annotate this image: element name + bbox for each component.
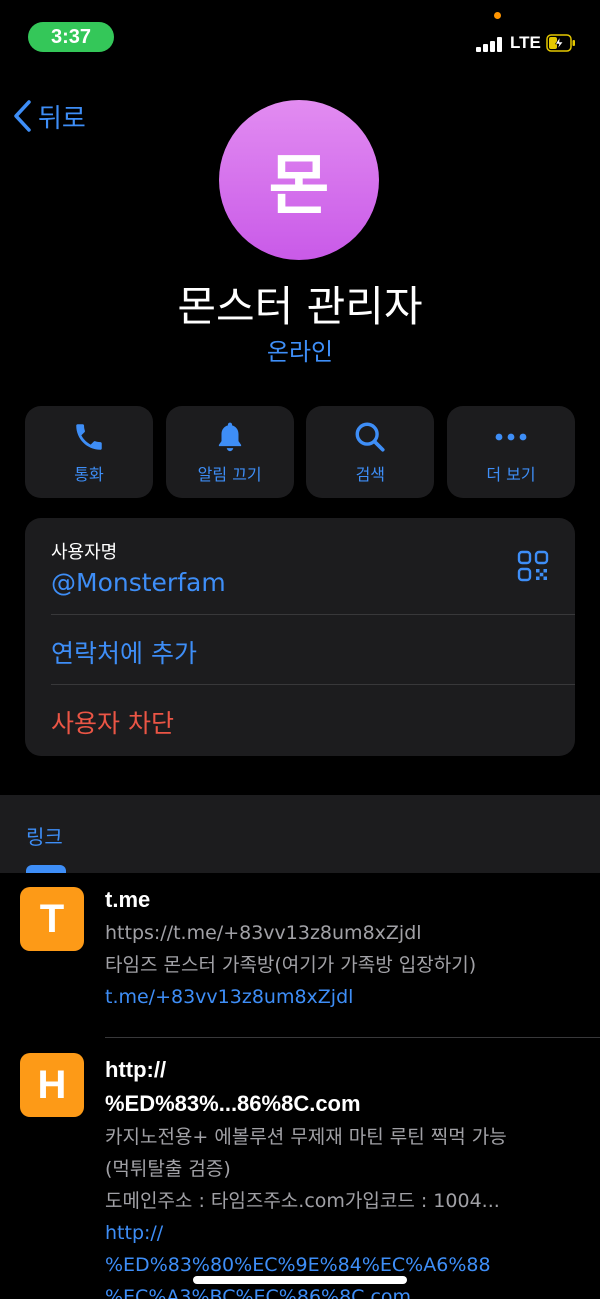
back-button[interactable]: 뒤로	[12, 96, 86, 136]
network-type: LTE	[510, 33, 541, 52]
chevron-left-icon	[14, 100, 31, 132]
link-item[interactable]: H http:// %ED%83%...86%8C.com 카지노전용+ 에볼루…	[0, 1039, 600, 1299]
phone-icon	[76, 424, 102, 450]
profile-name: 몬스터 관리자	[177, 282, 423, 331]
link-url-line1[interactable]: http://	[105, 1217, 580, 1249]
block-user-label: 사용자 차단	[51, 709, 174, 738]
search-label: 검색	[355, 465, 386, 484]
mute-button[interactable]: 알림 끄기	[165, 406, 294, 498]
more-icon	[495, 433, 527, 441]
status-time[interactable]: 3:37	[28, 22, 114, 52]
call-button[interactable]: 통화	[25, 406, 153, 498]
username-value[interactable]: @Monsterfam	[51, 568, 226, 597]
tab-indicator	[26, 865, 66, 873]
links-list: T t.me https://t.me/+83vv13z8um8xZjdl 타임…	[0, 873, 600, 1299]
link-description-line1: 카지노전용+ 에볼루션 무제재 마틴 루틴 찍먹 가능	[105, 1126, 507, 1148]
mute-label: 알림 끄기	[197, 465, 262, 484]
link-item[interactable]: T t.me https://t.me/+83vv13z8um8xZjdl 타임…	[0, 873, 600, 1039]
info-card: 사용자명 @Monsterfam 연락처에 추가 사용자 차단	[25, 518, 575, 756]
username-label: 사용자명	[51, 542, 118, 563]
link-description-line3: 도메인주소 : 타임즈주소.com가입코드 : 1004...	[105, 1190, 500, 1212]
block-user-row[interactable]: 사용자 차단	[51, 685, 575, 755]
online-status: 온라인	[266, 338, 334, 366]
battery-charging-icon	[546, 34, 575, 52]
avatar[interactable]: 몬	[219, 100, 379, 260]
search-button[interactable]: 검색	[306, 406, 435, 498]
status-bar: 3:37 LTE	[0, 0, 600, 70]
add-contact-row[interactable]: 연락처에 추가	[51, 615, 575, 685]
link-title-line2: %ED%83%...86%8C.com	[105, 1091, 361, 1116]
link-thumbnail: T	[20, 887, 84, 951]
link-thumbnail: H	[20, 1053, 84, 1117]
qr-code-icon[interactable]	[517, 550, 549, 582]
link-url[interactable]: t.me/+83vv13z8um8xZjdl	[105, 981, 580, 1013]
action-buttons: 통화 알림 끄기 검색 더 보기	[25, 406, 575, 498]
bell-icon	[218, 422, 241, 452]
add-contact-label: 연락처에 추가	[51, 639, 197, 668]
more-button[interactable]: 더 보기	[446, 406, 575, 498]
list-divider	[105, 1037, 600, 1038]
tab-links[interactable]: 링크	[26, 821, 63, 850]
link-description-line2: (먹튀탈출 검증)	[105, 1158, 231, 1180]
shared-media-section: 링크 T t.me https://t.me/+83vv13z8um8xZjdl…	[0, 795, 600, 1299]
link-title-line1: http://	[105, 1057, 167, 1082]
call-label: 통화	[74, 465, 104, 484]
back-label: 뒤로	[38, 103, 86, 134]
link-description: 타임즈 몬스터 가족방(여기가 가족방 입장하기)	[105, 954, 477, 976]
username-row[interactable]: 사용자명 @Monsterfam	[51, 518, 575, 615]
search-icon	[355, 422, 385, 452]
signal-icon	[476, 36, 506, 52]
privacy-indicator-dot	[494, 12, 501, 19]
link-full-url: https://t.me/+83vv13z8um8xZjdl	[105, 922, 422, 944]
more-label: 더 보기	[486, 465, 536, 484]
link-title: t.me	[105, 887, 151, 912]
home-indicator[interactable]	[193, 1276, 407, 1284]
